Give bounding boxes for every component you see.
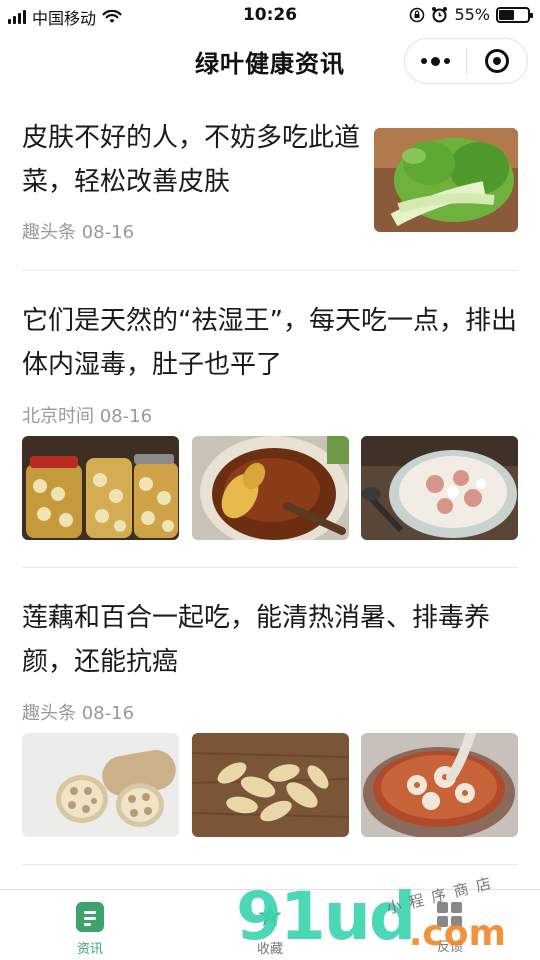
article-thumbnails [22,436,518,540]
lotus-lily-soup-photo [361,733,518,837]
article-title: 皮肤不好的人，不妨多吃此道菜，轻松改善皮肤 [22,123,361,197]
tab-label: 反馈 [436,940,463,955]
pickled-garlic-jars-photo [22,436,179,540]
article-item[interactable]: 皮肤不好的人，不妨多吃此道菜，轻松改善皮肤 趣头条 08-16 [22,88,518,271]
feedback-grid-icon [437,902,463,930]
bok-choy-photo [374,128,518,232]
miniprogram-capsule [404,38,528,84]
tab-label: 资讯 [76,942,103,957]
article-thumbnails [22,733,518,837]
alarm-icon [432,7,448,23]
battery-icon [496,6,533,23]
nav-bar: 绿叶健康资讯 [0,32,540,88]
article-item[interactable]: 它们是天然的“祛湿王”，每天吃一点，排出体内湿毒，肚子也平了 北京时间 08-1… [22,271,518,568]
article-item[interactable]: 莲藕和百合一起吃，能清热消暑、排毒养颜，还能抗癌 趣头条 08-16 [22,568,518,865]
more-dots-icon [420,56,450,66]
status-right: 55% [409,5,533,24]
lotus-root-photo [22,733,179,837]
news-doc-icon [76,902,104,932]
tab-favorites[interactable]: ★ 收藏 [180,890,360,960]
tab-label: 收藏 [256,942,283,957]
pork-rib-soup-photo [361,436,518,540]
battery-fill [499,9,515,20]
tab-news[interactable]: 资讯 [0,890,180,960]
article-meta: 趣头条 08-16 [22,222,135,243]
article-feed: 皮肤不好的人，不妨多吃此道菜，轻松改善皮肤 趣头条 08-16 它们是天然的“祛… [22,88,518,865]
star-icon: ★ [256,899,284,934]
more-button[interactable] [405,39,466,83]
close-miniprogram-button[interactable] [467,39,528,83]
article-meta: 趣头条 08-16 [22,703,135,724]
status-bar: 中国移动 10:26 55% [0,0,540,32]
tab-bar: 资讯 ★ 收藏 反馈 [0,889,540,960]
rotation-lock-icon [410,7,425,22]
dried-lily-bulb-photo [191,733,349,837]
article-title: 它们是天然的“祛湿王”，每天吃一点，排出体内湿毒，肚子也平了 [22,306,517,380]
battery-percent: 55% [454,5,490,24]
article-title: 莲藕和百合一起吃，能清热消暑、排毒养颜，还能抗癌 [22,603,491,677]
ginger-tea-photo [191,436,349,540]
article-meta: 北京时间 08-16 [22,406,153,427]
tab-feedback[interactable]: 反馈 [360,890,540,960]
record-target-icon [484,49,509,73]
